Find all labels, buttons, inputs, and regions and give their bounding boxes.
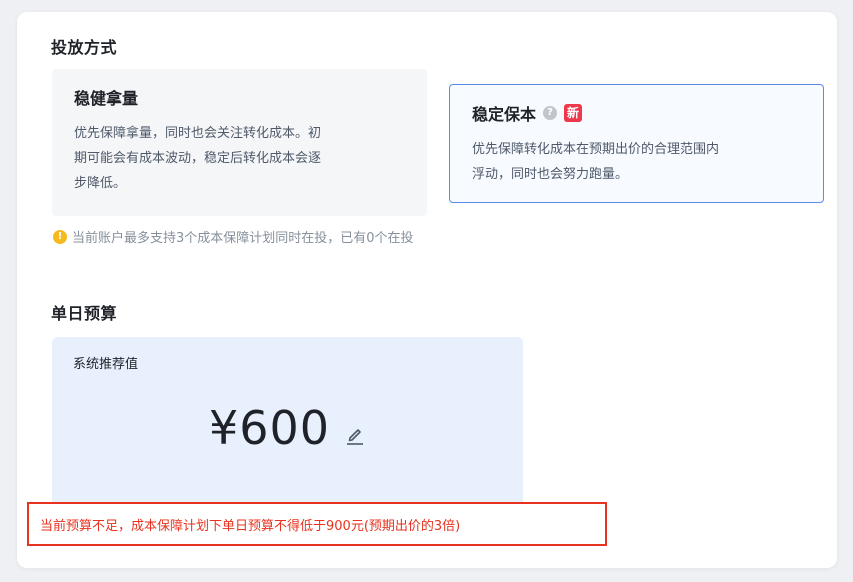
option-steady-volume-desc: 优先保障拿量，同时也会关注转化成本。初 期可能会有成本波动，稳定后转化成本会逐 … [74, 121, 405, 196]
new-badge: 新 [564, 104, 583, 122]
budget-amount: ¥600 [208, 401, 331, 455]
option-steady-volume[interactable]: 稳健拿量 优先保障拿量，同时也会关注转化成本。初 期可能会有成本波动，稳定后转化… [52, 69, 427, 216]
daily-budget-title: 单日预算 [51, 304, 118, 323]
pencil-icon[interactable] [344, 424, 366, 446]
budget-error-text: 当前预算不足，成本保障计划下单日预算不得低于900元(预期出价的3倍) [40, 518, 461, 534]
option-stable-cost[interactable]: 稳定保本 ? 新 优先保障转化成本在预期出价的合理范围内 浮动，同时也会努力跑量… [449, 84, 824, 203]
help-icon[interactable]: ? [543, 106, 558, 120]
delivery-mode-title: 投放方式 [51, 38, 118, 57]
option-stable-cost-title: 稳定保本 ? 新 [472, 101, 801, 125]
desc-line: 优先保障拿量，同时也会关注转化成本。初 [74, 126, 322, 141]
account-limit-text: 当前账户最多支持3个成本保障计划同时在投，已有0个在投 [72, 231, 414, 246]
warning-icon: ! [53, 229, 67, 244]
option-steady-volume-title: 稳健拿量 [74, 85, 405, 109]
account-limit-note: ! 当前账户最多支持3个成本保障计划同时在投，已有0个在投 [53, 227, 414, 246]
desc-line: 浮动，同时也会努力跑量。 [472, 167, 629, 182]
budget-value-row: ¥600 [52, 401, 523, 455]
desc-line: 步降低。 [74, 176, 127, 191]
budget-recommend-box: 系统推荐值 ¥600 [52, 337, 523, 515]
desc-line: 期可能会有成本波动，稳定后转化成本会逐 [74, 151, 322, 166]
recommend-label: 系统推荐值 [73, 357, 139, 372]
option-steady-volume-label: 稳健拿量 [74, 89, 139, 108]
option-stable-cost-label: 稳定保本 [472, 105, 537, 124]
settings-card: 投放方式 稳健拿量 优先保障拿量，同时也会关注转化成本。初 期可能会有成本波动，… [17, 12, 837, 568]
budget-error-box: 当前预算不足，成本保障计划下单日预算不得低于900元(预期出价的3倍) [27, 502, 607, 546]
desc-line: 优先保障转化成本在预期出价的合理范围内 [472, 142, 720, 157]
option-stable-cost-desc: 优先保障转化成本在预期出价的合理范围内 浮动，同时也会努力跑量。 [472, 137, 801, 187]
